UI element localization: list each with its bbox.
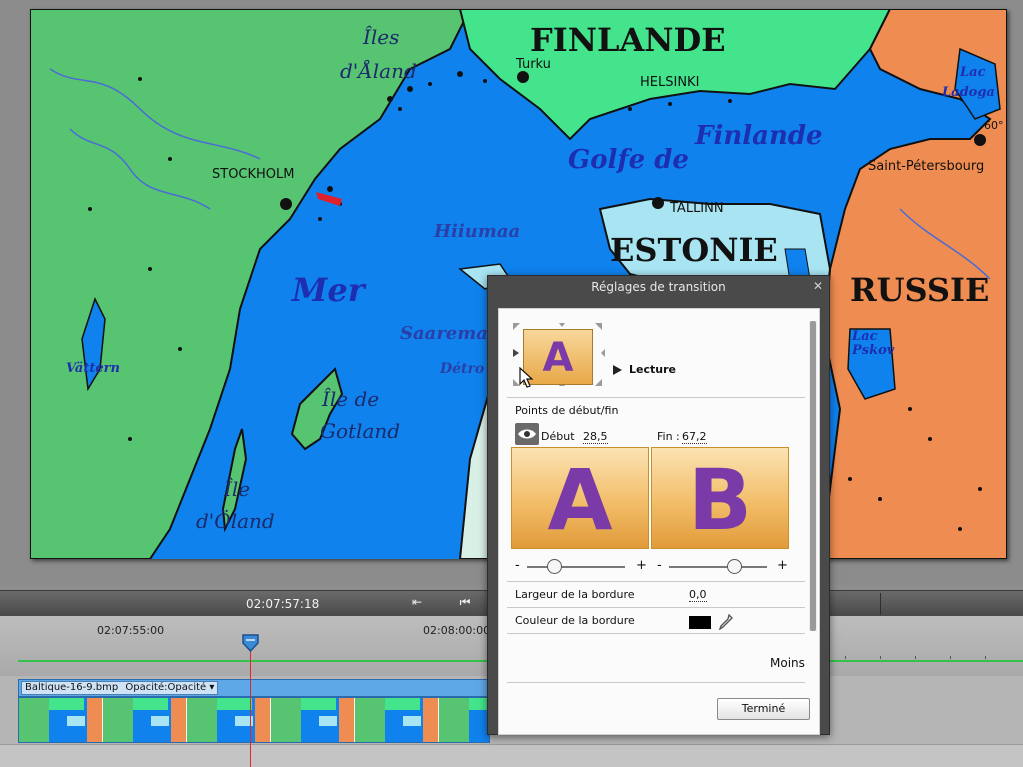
- label-saint-petersbourg: Saint-Pétersbourg: [868, 159, 985, 174]
- scrollbar-thumb[interactable]: [810, 321, 816, 631]
- border-width-label: Largeur de la bordure: [515, 588, 635, 601]
- skip-to-start-icon[interactable]: ⏮: [456, 595, 474, 613]
- divider: [507, 581, 805, 582]
- border-width-value[interactable]: 0,0: [689, 588, 707, 602]
- ruler-tick: [880, 656, 881, 659]
- label-detroit: Détro: [440, 361, 485, 377]
- dialog-body: A Lecture Points de début/fin Début 28,5…: [498, 308, 820, 735]
- slider-b-knob[interactable]: [727, 559, 743, 574]
- clip-effect: Opacité:Opacité: [125, 682, 207, 693]
- label-ladoga-1: Lac: [960, 65, 986, 80]
- label-golfe: Golfe de: [568, 145, 689, 175]
- slider-a-knob[interactable]: [547, 559, 563, 574]
- start-frame-box[interactable]: A: [511, 447, 649, 549]
- ruler-tick: [845, 656, 846, 659]
- clip-thumbnails[interactable]: [18, 697, 490, 743]
- chevron-down-icon[interactable]: ▾: [209, 682, 214, 693]
- label-estonia: ESTONIE: [610, 231, 778, 269]
- playhead-line: [250, 640, 251, 767]
- label-vattern: Vättern: [66, 361, 120, 376]
- end-value[interactable]: 67,2: [682, 430, 707, 444]
- ruler-tick: [915, 656, 916, 659]
- label-pskov-1: Lac: [852, 329, 878, 344]
- end-frame-letter: B: [687, 451, 753, 549]
- clip-label[interactable]: Baltique-16-9.bmp Opacité:Opacité ▾: [21, 681, 219, 695]
- close-icon[interactable]: ✕: [811, 279, 825, 293]
- border-color-swatch[interactable]: [689, 616, 711, 629]
- label-aland-2: d'Åland: [340, 59, 417, 83]
- done-button[interactable]: Terminé: [717, 698, 810, 720]
- eye-icon-glyph: [518, 429, 536, 439]
- slider-b-track[interactable]: [669, 566, 767, 568]
- ruler-tick: [985, 656, 986, 659]
- less-link[interactable]: Moins: [770, 656, 805, 670]
- eyedropper-icon[interactable]: [719, 614, 733, 630]
- clip-header[interactable]: Baltique-16-9.bmp Opacité:Opacité ▾: [18, 679, 490, 697]
- label-helsinki: HELSINKI: [640, 75, 700, 90]
- ruler-time-left: 02:07:55:00: [97, 624, 165, 637]
- divider: [507, 397, 805, 398]
- border-color-label: Couleur de la bordure: [515, 614, 635, 627]
- slider-a-plus[interactable]: +: [636, 558, 647, 573]
- slider-a-minus[interactable]: -: [515, 558, 520, 573]
- slider-b-plus[interactable]: +: [777, 558, 788, 573]
- ruler-time-right: 02:08:00:00: [423, 624, 491, 637]
- dialog-title: Réglages de transition: [591, 280, 726, 294]
- end-label: Fin :: [657, 430, 680, 443]
- play-lecture-label[interactable]: Lecture: [629, 363, 676, 376]
- scrollbar[interactable]: [809, 321, 817, 631]
- label-finland: FINLANDE: [530, 21, 726, 59]
- start-frame-letter: A: [547, 451, 613, 549]
- slider-b-minus[interactable]: -: [657, 558, 662, 573]
- start-value[interactable]: 28,5: [583, 430, 608, 444]
- label-finlande-sea: Finlande: [695, 121, 823, 151]
- playhead-handle[interactable]: [242, 634, 259, 652]
- label-ladoga-2: Ladoga: [942, 85, 995, 100]
- marker-icon[interactable]: ⇤: [408, 595, 426, 613]
- transition-settings-dialog: Réglages de transition ✕ A Lecture Point…: [487, 275, 830, 735]
- label-stockholm: STOCKHOLM: [212, 167, 295, 182]
- current-timecode: 02:07:57:18: [246, 597, 320, 611]
- clip-name: Baltique-16-9.bmp: [25, 682, 119, 693]
- cursor-icon: [519, 367, 534, 388]
- eye-icon[interactable]: [515, 423, 539, 445]
- label-pskov-2: Pskov: [852, 343, 895, 358]
- clip-thumbnail-strip: [19, 698, 489, 742]
- label-russia: RUSSIE: [850, 271, 990, 309]
- toolbar-divider: [880, 593, 881, 615]
- slider-a-track[interactable]: [527, 566, 625, 568]
- audio-track: [0, 744, 1023, 767]
- label-turku: Turku: [516, 57, 551, 72]
- end-frame-box[interactable]: B: [651, 447, 789, 549]
- divider: [507, 682, 805, 683]
- play-icon[interactable]: [613, 365, 622, 375]
- label-oland-1: Île: [224, 477, 251, 501]
- label-aland-1: Îles: [363, 25, 400, 49]
- divider: [507, 607, 805, 608]
- label-gotland-1: Île de: [322, 387, 380, 411]
- label-latitude: 60°: [984, 119, 1004, 132]
- label-gotland-2: Gotland: [320, 419, 401, 443]
- label-saaremaa: Saarema: [400, 323, 488, 344]
- label-hiiumaa: Hiiumaa: [434, 221, 521, 242]
- start-label: Début: [541, 430, 575, 443]
- divider: [507, 633, 805, 634]
- label-oland-2: d'Öland: [196, 509, 275, 533]
- start-end-section-label: Points de début/fin: [515, 404, 619, 417]
- label-mer: Mer: [292, 271, 365, 309]
- label-tallinn: TALLINN: [670, 201, 724, 216]
- ruler-tick: [950, 656, 951, 659]
